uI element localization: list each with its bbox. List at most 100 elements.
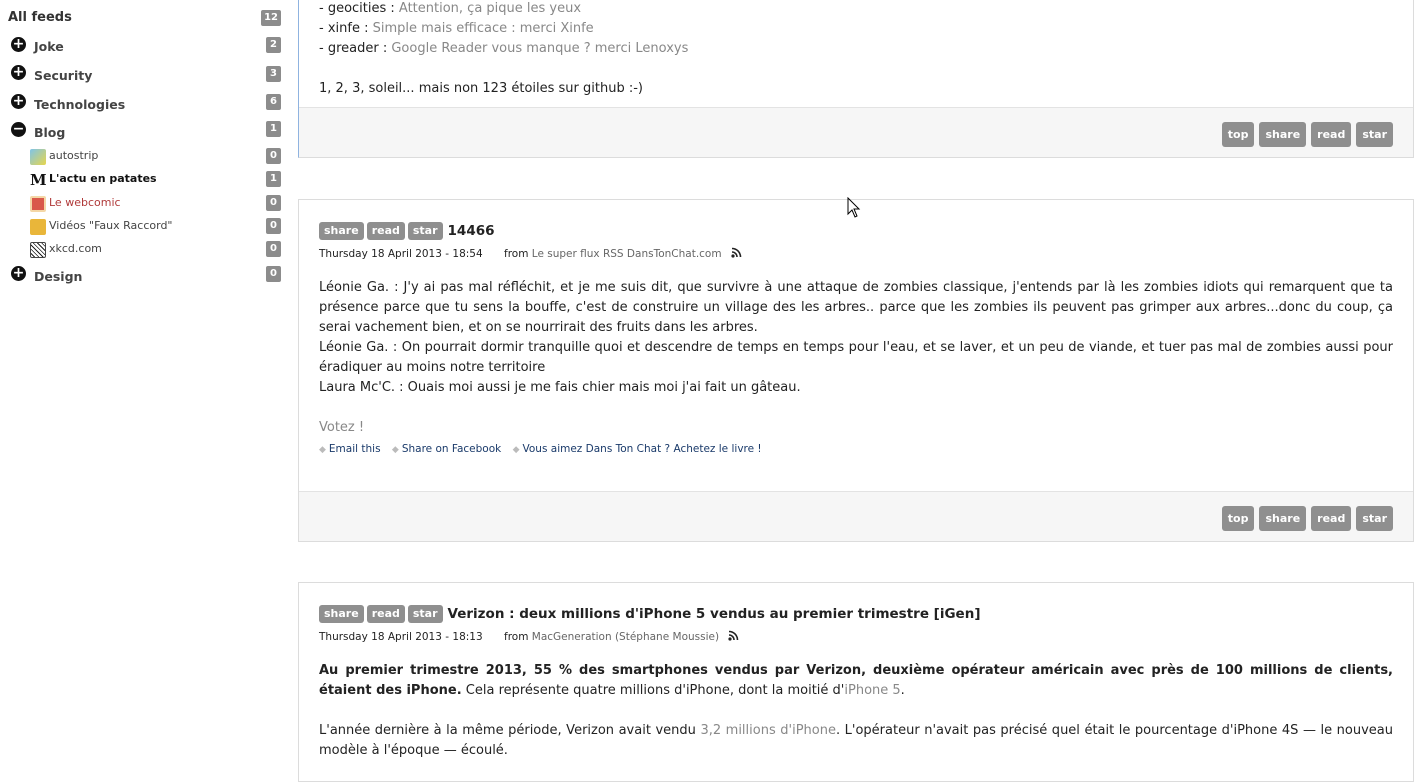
content-link[interactable]: Google Reader vous manque ? merci Lenoxy… xyxy=(391,41,688,56)
expand-icon[interactable]: + xyxy=(11,65,26,80)
article-source[interactable]: MacGeneration (Stéphane Moussie) xyxy=(532,631,719,643)
category-security[interactable]: + Security 3 xyxy=(0,65,290,87)
category-count: 3 xyxy=(266,66,281,82)
read-button[interactable]: read xyxy=(366,222,405,240)
article-date: Thursday 18 April 2013 - 18:13 xyxy=(319,631,483,643)
article-card: share read star 14466 Thursday 18 April … xyxy=(298,199,1414,542)
feed-item-autostrip[interactable]: autostrip 0 xyxy=(0,147,290,169)
article-header: share read star 14466 xyxy=(319,222,495,240)
article-source[interactable]: Le super flux RSS DansTonChat.com xyxy=(532,248,722,260)
share-button[interactable]: share xyxy=(1259,122,1307,147)
article-card: share read star Verizon : deux millions … xyxy=(298,582,1414,782)
top-button[interactable]: top xyxy=(1221,122,1255,147)
star-button[interactable]: star xyxy=(407,605,443,623)
content-link[interactable]: iPhone 5 xyxy=(844,683,900,698)
category-label: Joke xyxy=(34,39,64,54)
content-paragraph: Laura Mc'C. : Ouais moi aussi je me fais… xyxy=(319,380,801,395)
star-button[interactable]: star xyxy=(1356,506,1393,531)
from-label: from xyxy=(504,248,529,260)
category-label: Security xyxy=(34,68,93,83)
article-footer: top share read star xyxy=(299,491,1413,541)
article-meta: Thursday 18 April 2013 - 18:54 from Le s… xyxy=(319,247,742,260)
share-button[interactable]: share xyxy=(1259,506,1307,531)
article-footer: top share read star xyxy=(299,107,1413,157)
collapse-icon[interactable]: − xyxy=(11,122,26,137)
content-paragraph: Au premier trimestre 2013, 55 % des smar… xyxy=(319,663,1393,698)
mouse-cursor-icon xyxy=(847,197,861,218)
content-line: 1, 2, 3, soleil... mais non 123 étoiles … xyxy=(319,81,643,96)
patates-icon: M xyxy=(30,171,47,189)
content-line: - geocities : Attention, ça pique les ye… xyxy=(319,1,582,16)
from-label: from xyxy=(504,631,529,643)
feed-label: L'actu en patates xyxy=(49,172,157,185)
article-date: Thursday 18 April 2013 - 18:54 xyxy=(319,248,483,260)
vote-link[interactable]: Votez ! xyxy=(319,418,1393,438)
article-content: Au premier trimestre 2013, 55 % des smar… xyxy=(299,661,1413,761)
content-paragraph: L'année dernière à la même période, Veri… xyxy=(319,723,1393,758)
content-paragraph: Léonie Ga. : On pourrait dormir tranquil… xyxy=(319,340,1393,375)
category-design[interactable]: + Design 0 xyxy=(0,265,290,287)
feed-count: 1 xyxy=(266,171,281,187)
facebook-share-link[interactable]: Share on Facebook xyxy=(402,443,501,455)
expand-icon[interactable]: + xyxy=(11,37,26,52)
feed-item-actu-en-patates[interactable]: M L'actu en patates 1 xyxy=(0,170,290,192)
feed-label: autostrip xyxy=(49,149,99,162)
feed-count: 0 xyxy=(266,241,281,257)
content-paragraph: Léonie Ga. : J'y ai pas mal réfléchit, e… xyxy=(319,280,1393,335)
article-header: share read star Verizon : deux millions … xyxy=(319,605,981,623)
article-title[interactable]: 14466 xyxy=(448,223,495,239)
content-link[interactable]: Attention, ça pique les yeux xyxy=(399,1,581,16)
category-count: 6 xyxy=(266,94,281,110)
rss-icon[interactable] xyxy=(728,630,739,641)
feed-count: 0 xyxy=(266,195,281,211)
read-button[interactable]: read xyxy=(1311,506,1352,531)
share-button[interactable]: share xyxy=(319,605,364,623)
star-button[interactable]: star xyxy=(1356,122,1393,147)
autostrip-icon xyxy=(30,149,46,165)
content-link[interactable]: Simple mais efficace : merci Xinfe xyxy=(373,21,594,36)
faux-raccord-icon xyxy=(30,219,46,235)
category-count: 1 xyxy=(266,121,281,137)
feed-label: Vidéos "Faux Raccord" xyxy=(49,219,173,232)
buy-book-link[interactable]: Vous aimez Dans Ton Chat ? Achetez le li… xyxy=(523,443,762,455)
feed-item-webcomic[interactable]: Le webcomic 0 xyxy=(0,194,290,216)
feed-label: Le webcomic xyxy=(49,196,121,209)
feed-count: 0 xyxy=(266,148,281,164)
top-button[interactable]: top xyxy=(1221,506,1255,531)
rss-icon[interactable] xyxy=(731,247,742,258)
content-line: - xinfe : Simple mais efficace : merci X… xyxy=(319,21,594,36)
article-meta: Thursday 18 April 2013 - 18:13 from MacG… xyxy=(319,630,739,643)
category-label: Blog xyxy=(34,125,66,140)
webcomic-icon xyxy=(30,196,46,212)
category-count: 2 xyxy=(266,37,281,53)
feed-count: 0 xyxy=(266,218,281,234)
read-button[interactable]: read xyxy=(366,605,405,623)
xkcd-icon xyxy=(30,242,46,258)
category-technologies[interactable]: + Technologies 6 xyxy=(0,93,290,115)
read-button[interactable]: read xyxy=(1311,122,1352,147)
category-count: 0 xyxy=(266,266,281,282)
star-button[interactable]: star xyxy=(407,222,443,240)
category-label: Design xyxy=(34,269,83,284)
content-line: - greader : Google Reader vous manque ? … xyxy=(319,41,689,56)
all-feeds-label: All feeds xyxy=(8,10,72,25)
all-feeds-count: 12 xyxy=(261,10,281,26)
category-blog[interactable]: − Blog 1 xyxy=(0,121,290,143)
category-label: Technologies xyxy=(34,97,126,112)
category-joke[interactable]: + Joke 2 xyxy=(0,37,290,59)
feed-item-xkcd[interactable]: xkcd.com 0 xyxy=(0,240,290,262)
email-link[interactable]: Email this xyxy=(329,443,381,455)
share-button[interactable]: share xyxy=(319,222,364,240)
article-content: Léonie Ga. : J'y ai pas mal réfléchit, e… xyxy=(299,278,1413,460)
all-feeds-item[interactable]: All feeds 12 xyxy=(0,8,290,30)
share-links: ◆ Email this ◆ Share on Facebook ◆ Vous aim… xyxy=(319,443,762,455)
article-content: - geocities : Attention, ça pique les ye… xyxy=(299,0,1413,99)
content-link[interactable]: 3,2 millions d'iPhone xyxy=(700,723,836,738)
article-card: - geocities : Attention, ça pique les ye… xyxy=(298,0,1414,158)
feed-label: xkcd.com xyxy=(49,242,102,255)
expand-icon[interactable]: + xyxy=(11,266,26,281)
article-title[interactable]: Verizon : deux millions d'iPhone 5 vendu… xyxy=(448,606,981,622)
expand-icon[interactable]: + xyxy=(11,94,26,109)
feed-sidebar: All feeds 12 + Joke 2 + Security 3 + Tec… xyxy=(0,0,290,769)
feed-item-faux-raccord[interactable]: Vidéos "Faux Raccord" 0 xyxy=(0,217,290,239)
